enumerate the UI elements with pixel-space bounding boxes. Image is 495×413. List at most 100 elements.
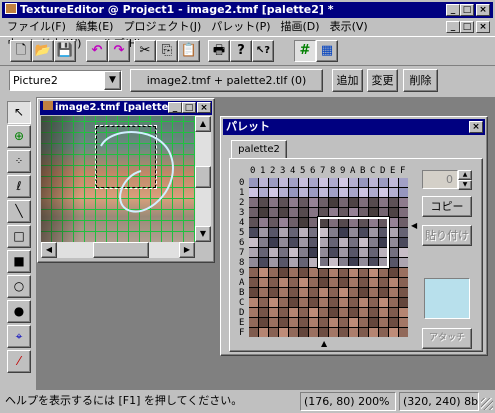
palette-cell[interactable] — [269, 268, 278, 277]
palette-cell[interactable] — [249, 318, 258, 327]
palette-cell[interactable] — [249, 238, 258, 247]
palette-cell[interactable] — [289, 308, 298, 317]
palette-cell[interactable] — [399, 198, 408, 207]
palette-cell[interactable] — [279, 218, 288, 227]
palette-cell[interactable] — [369, 288, 378, 297]
palette-cell[interactable] — [259, 298, 268, 307]
paste-button[interactable]: 貼り付け — [422, 225, 472, 246]
palette-cell[interactable] — [389, 198, 398, 207]
palette-cell[interactable] — [369, 328, 378, 337]
palette-cell[interactable] — [389, 208, 398, 217]
copy-button[interactable]: コピー — [422, 196, 472, 217]
palette-cell[interactable] — [259, 198, 268, 207]
palette-cell[interactable] — [399, 268, 408, 277]
change-button[interactable]: 変更 — [367, 69, 398, 92]
palette-cell[interactable] — [269, 188, 278, 197]
palette-cell[interactable] — [319, 298, 328, 307]
palette-cell[interactable] — [399, 308, 408, 317]
palette-cell[interactable] — [319, 268, 328, 277]
undo-icon[interactable]: ↶ — [86, 40, 108, 62]
palette-cell[interactable] — [399, 258, 408, 267]
palette-cell[interactable] — [249, 258, 258, 267]
palette-cell[interactable] — [299, 178, 308, 187]
palette-cell[interactable] — [269, 178, 278, 187]
palette-cell[interactable] — [329, 308, 338, 317]
minimize-button[interactable]: _ — [446, 4, 460, 16]
palette-cell[interactable] — [249, 178, 258, 187]
palette-cell[interactable] — [359, 198, 368, 207]
palette-cell[interactable] — [329, 288, 338, 297]
palette-cell[interactable] — [249, 328, 258, 337]
hscroll-thumb[interactable] — [93, 242, 149, 258]
palette-cell[interactable] — [259, 308, 268, 317]
palette-cell[interactable] — [289, 238, 298, 247]
palette-cell[interactable] — [279, 328, 288, 337]
palette-cell[interactable] — [279, 268, 288, 277]
palette-cell[interactable] — [359, 268, 368, 277]
palette-cell[interactable] — [399, 218, 408, 227]
palette-cell[interactable] — [279, 238, 288, 247]
palette-cell[interactable] — [259, 278, 268, 287]
palette-cell[interactable] — [309, 218, 318, 227]
palette-cell[interactable] — [389, 238, 398, 247]
palette-cell[interactable] — [319, 328, 328, 337]
palette-cell[interactable] — [369, 198, 378, 207]
palette-cell[interactable] — [339, 328, 348, 337]
palette-cell[interactable] — [349, 188, 358, 197]
palette-cell[interactable] — [269, 288, 278, 297]
palette-cell[interactable] — [289, 228, 298, 237]
palette-close-button[interactable]: × — [469, 121, 483, 133]
palette-cell[interactable] — [339, 318, 348, 327]
palette-cell[interactable] — [369, 188, 378, 197]
palette-cell[interactable] — [379, 188, 388, 197]
palette-cell[interactable] — [299, 228, 308, 237]
palette-cell[interactable] — [309, 298, 318, 307]
palette-cell[interactable] — [269, 238, 278, 247]
palette-cell[interactable] — [319, 278, 328, 287]
palette-cell[interactable] — [309, 258, 318, 267]
palette-cell[interactable] — [289, 328, 298, 337]
palette-cell[interactable] — [299, 288, 308, 297]
spin-down-button[interactable]: ▼ — [458, 180, 472, 190]
palette-cell[interactable] — [309, 248, 318, 257]
palette-cell[interactable] — [369, 268, 378, 277]
palette-cell[interactable] — [259, 188, 268, 197]
palette-cell[interactable] — [259, 268, 268, 277]
filled-ellipse-icon[interactable]: ● — [7, 300, 31, 323]
palette-cell[interactable] — [399, 288, 408, 297]
palette-cell[interactable] — [249, 208, 258, 217]
palette-cell[interactable] — [389, 318, 398, 327]
palette-cell[interactable] — [319, 198, 328, 207]
palette-cell[interactable] — [379, 318, 388, 327]
new-icon[interactable]: 🗋 — [10, 40, 32, 62]
palette-cell[interactable] — [309, 288, 318, 297]
palette-cell[interactable] — [399, 228, 408, 237]
palette-cell[interactable] — [309, 208, 318, 217]
redo-icon[interactable]: ↷ — [108, 40, 130, 62]
palette-cell[interactable] — [389, 218, 398, 227]
open-icon[interactable]: 📂 — [32, 40, 54, 62]
palette-cell[interactable] — [389, 288, 398, 297]
palette-cell[interactable] — [329, 188, 338, 197]
image-close-button[interactable]: × — [197, 102, 211, 113]
palette-cell[interactable] — [399, 208, 408, 217]
palette-cell[interactable] — [349, 208, 358, 217]
palette-cell[interactable] — [259, 238, 268, 247]
image-canvas[interactable] — [41, 116, 195, 242]
palette-cell[interactable] — [359, 298, 368, 307]
palette-cell[interactable] — [339, 188, 348, 197]
palette-cell[interactable] — [289, 178, 298, 187]
grid-icon[interactable]: # — [294, 40, 316, 62]
palette-cell[interactable] — [309, 328, 318, 337]
palette-cell[interactable] — [299, 198, 308, 207]
close-button[interactable]: × — [476, 4, 490, 16]
palette-cell[interactable] — [339, 208, 348, 217]
palette-cell[interactable] — [269, 198, 278, 207]
palette-cell[interactable] — [289, 258, 298, 267]
line-icon[interactable]: ╲ — [7, 200, 31, 223]
palette-cell[interactable] — [379, 278, 388, 287]
palette-cell[interactable] — [269, 318, 278, 327]
mdi-close-button[interactable]: × — [476, 21, 490, 33]
palette-cell[interactable] — [289, 318, 298, 327]
palette-spin-input[interactable]: 0 — [422, 170, 458, 189]
